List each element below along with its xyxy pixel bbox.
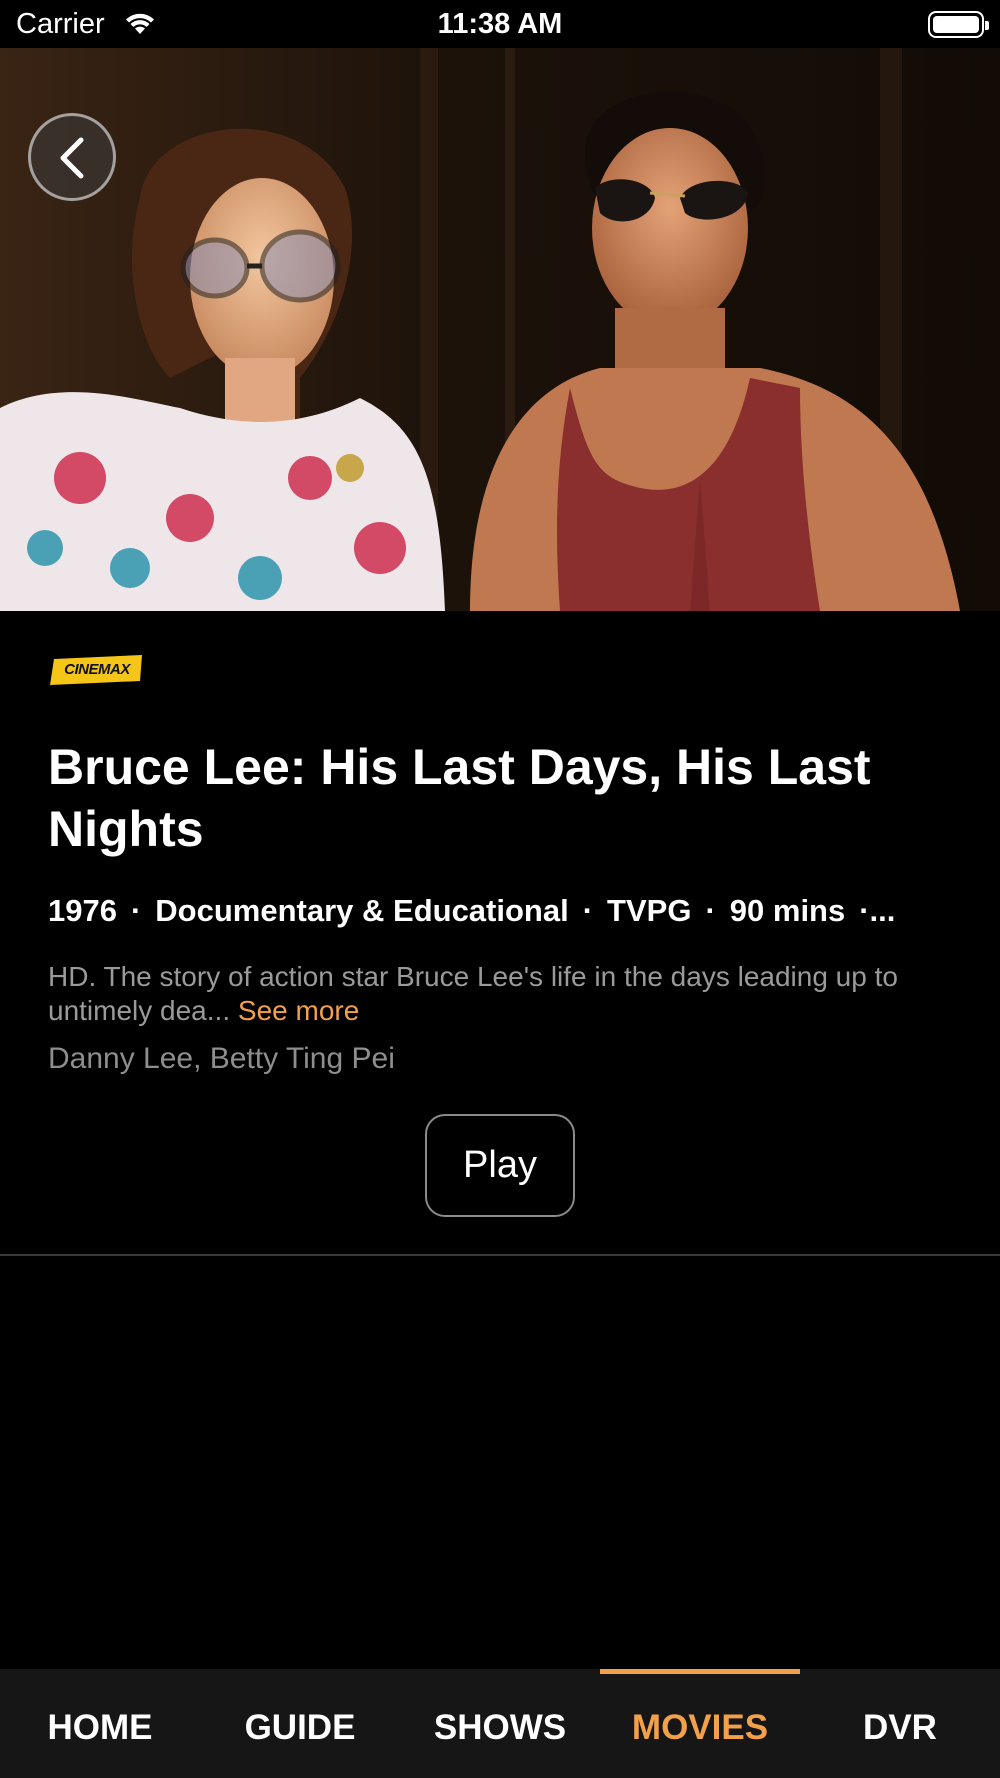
cast-list: Danny Lee, Betty Ting Pei [48,1042,395,1075]
description-text: HD. The story of action star Bruce Lee's… [48,961,898,1026]
tab-movies[interactable]: MOVIES [600,1669,800,1778]
metadata-overflow: ·... [859,893,896,928]
back-button[interactable] [28,113,116,201]
clock: 11:38 AM [437,8,563,40]
status-bar: Carrier 11:38 AM [0,0,1000,48]
tab-shows[interactable]: SHOWS [400,1669,600,1778]
tab-guide[interactable]: GUIDE [200,1669,400,1778]
separator: · [582,893,594,928]
battery-icon [928,11,989,38]
rating-label: TVPG [607,893,692,928]
duration-label: 90 mins [729,893,846,928]
divider [0,1254,1000,1256]
genre-label: Documentary & Educational [155,893,569,928]
chevron-left-icon [60,137,84,179]
tab-bar: HOME GUIDE SHOWS MOVIES DVR [0,1669,1000,1778]
separator: · [705,893,716,928]
program-metadata: 1976 · Documentary & Educational · TVPG · 90 m… [48,893,948,933]
program-description: HD. The story of action star Bruce Lee's… [48,960,958,1028]
network-logo: CINEMAX [50,655,144,685]
tab-dvr[interactable]: DVR [800,1669,1000,1778]
program-title: Bruce Lee: His Last Days, His Last Night… [48,739,871,857]
hero-image [0,48,1000,611]
see-more-link[interactable]: See more [238,995,359,1026]
play-button[interactable]: Play [425,1114,575,1217]
year-label: 1976 [48,893,117,928]
tab-home[interactable]: HOME [0,1669,200,1778]
network-logo-text: CINEMAX [64,661,130,678]
separator: · [130,893,142,928]
